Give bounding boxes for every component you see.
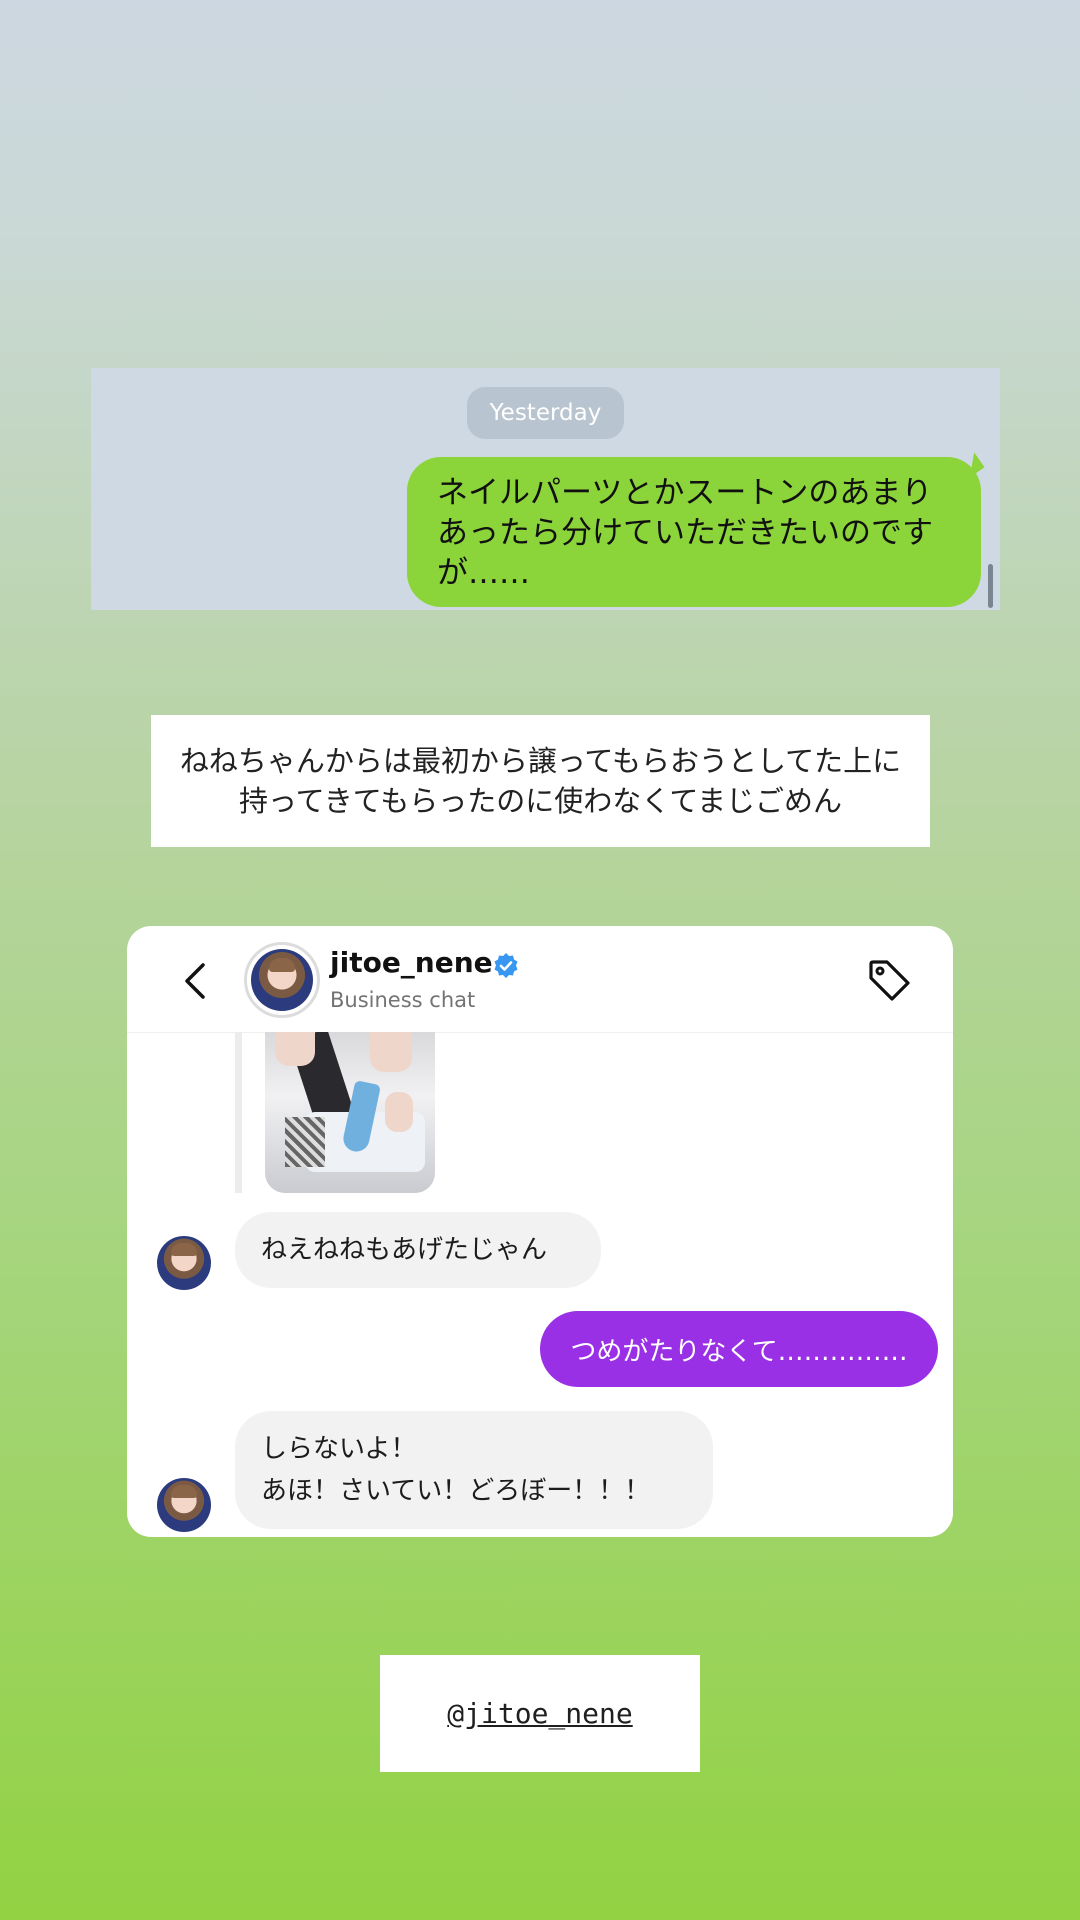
avatar-image [251,949,313,1011]
profile-avatar[interactable] [244,942,320,1018]
message-line: が…… [437,555,530,591]
scrollbar[interactable] [988,564,993,608]
chat-subtitle: Business chat [330,988,476,1012]
tag-icon[interactable] [867,958,913,1004]
message-line: しらないよ！ [261,1434,417,1464]
mention-box: @jitoe_nene [380,1655,700,1772]
sender-avatar[interactable] [157,1236,211,1290]
chat-username[interactable]: jitoe_nene [330,946,493,979]
caption-box: ねねちゃんからは最初から譲ってもらおうとしてた上に 持ってきてもらったのに使わな… [151,715,930,847]
shared-photo[interactable] [265,1032,435,1193]
outgoing-message-bubble[interactable]: ネイルパーツとかスートンのあまり あったら分けていただきたいのです が…… [407,457,981,607]
message-line: あほ！さいてい！どろぼー！！！ [261,1476,651,1506]
instagram-chat-screenshot: jitoe_nene Business chat ねえねねもあげたじゃん つめが… [127,926,953,1537]
incoming-message-bubble[interactable]: ねえねねもあげたじゃん [235,1212,601,1288]
sender-avatar[interactable] [157,1478,211,1532]
avatar-image [157,1236,211,1290]
message-text: つめがたりなくて…………… [570,1336,908,1367]
message-line: ネイルパーツとかスートンのあまり [437,475,933,511]
date-separator: Yesterday [467,387,624,439]
reply-quote-bar [235,1032,242,1193]
chat-header: jitoe_nene Business chat [127,926,953,1033]
caption-line: ねねちゃんからは最初から譲ってもらおうとしてた上に [179,744,902,778]
message-text: ねえねねもあげたじゃん [261,1235,548,1265]
chevron-left-icon[interactable] [179,961,213,1001]
verified-badge-icon [494,953,518,978]
avatar-image [157,1478,211,1532]
mention-link[interactable]: @jitoe_nene [447,1697,632,1730]
caption-line: 持ってきてもらったのに使わなくてまじごめん [239,784,842,818]
line-chat-screenshot: Yesterday Read 23:48 ネイルパーツとかスートンのあまり あっ… [91,368,1000,610]
incoming-message-bubble[interactable]: しらないよ！ あほ！さいてい！どろぼー！！！ [235,1411,713,1529]
outgoing-message-bubble[interactable]: つめがたりなくて…………… [540,1311,938,1387]
message-line: あったら分けていただきたいのです [437,515,933,551]
